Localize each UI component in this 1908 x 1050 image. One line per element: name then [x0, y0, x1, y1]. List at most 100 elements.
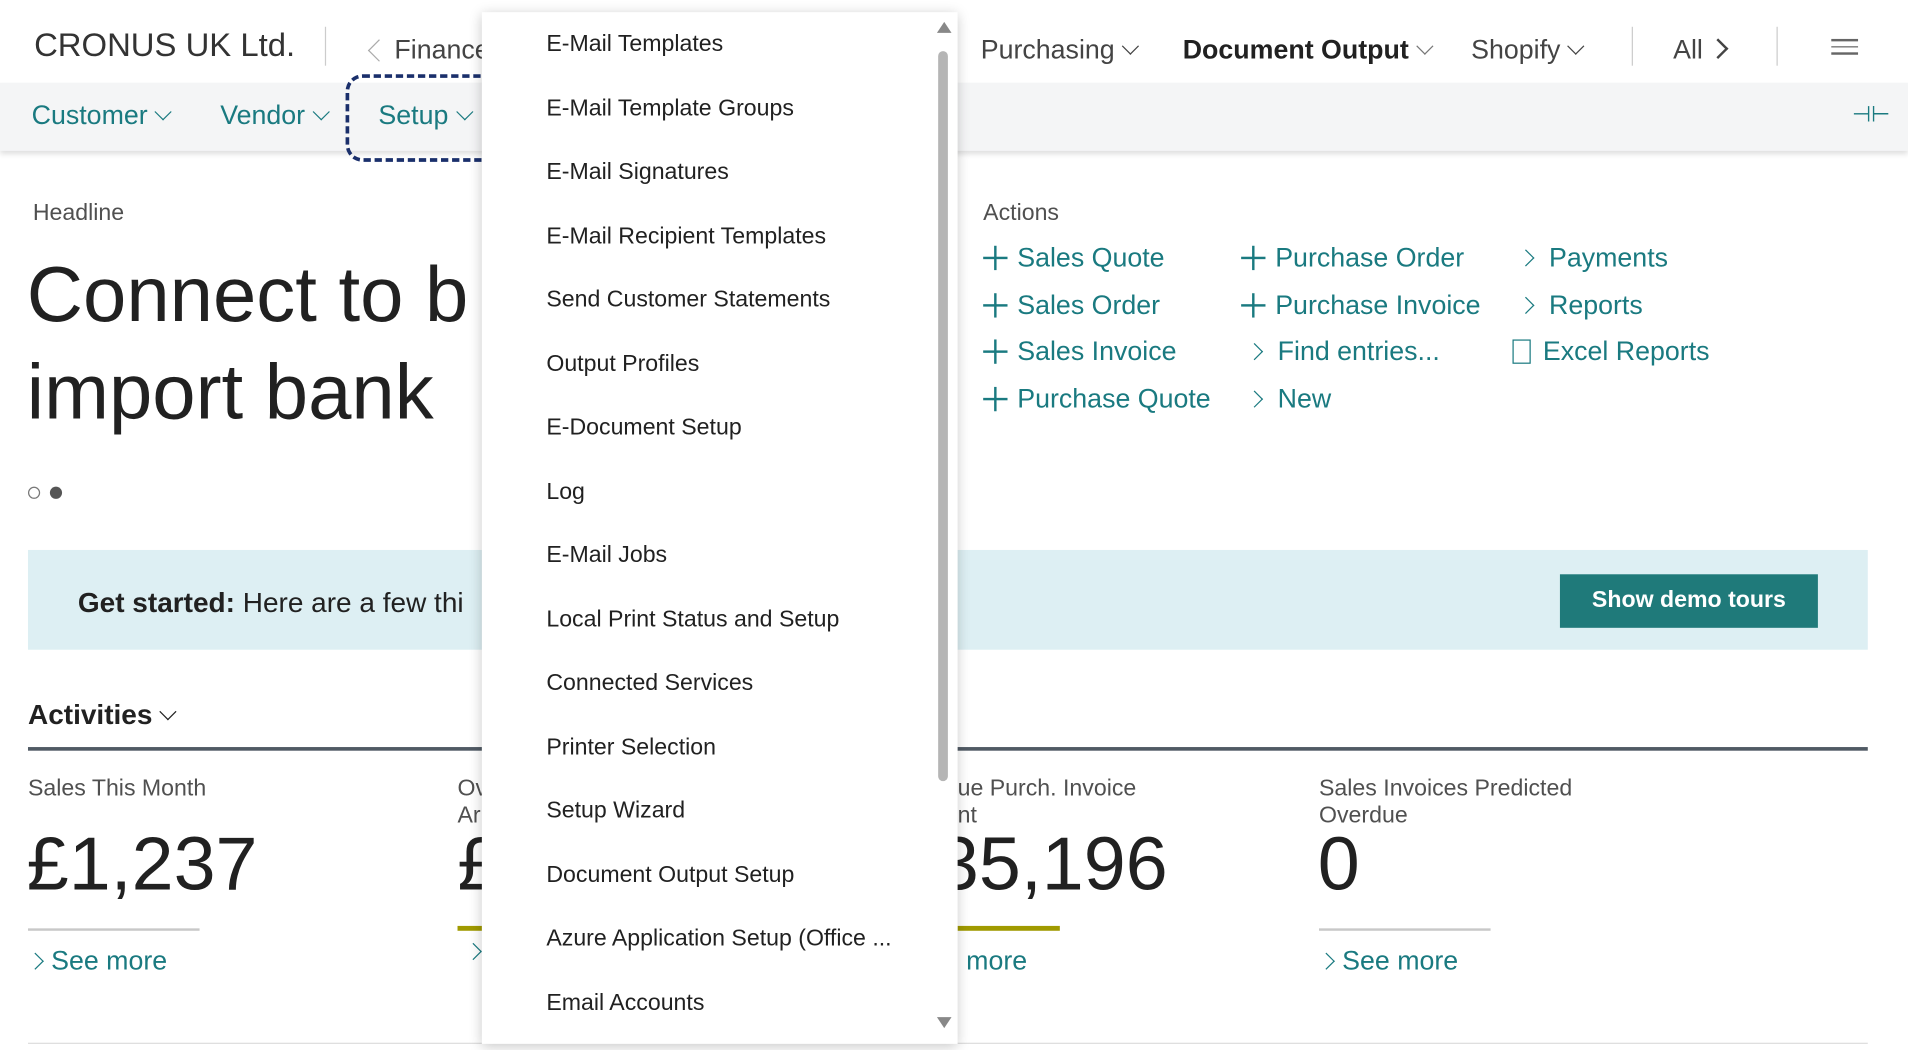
menu-item[interactable]: Local Print Status and Setup [546, 607, 839, 634]
chevron-down-icon [1567, 37, 1585, 55]
banner-body: Here are a few thi [242, 586, 464, 619]
banner-bold: Get started: [77, 586, 235, 619]
chevron-down-icon [312, 103, 330, 121]
action-link[interactable]: Purchase Quote [983, 383, 1211, 415]
action-label: New [1277, 383, 1332, 414]
nav-shopify[interactable]: Shopify [1471, 34, 1585, 66]
menu-item[interactable]: Send Customer Statements [546, 287, 830, 314]
nav-label: Document Output [1182, 34, 1409, 65]
show-demo-tours-button[interactable]: Show demo tours [1559, 574, 1818, 628]
chevron-right-icon [1245, 343, 1264, 361]
tile-value[interactable]: 35,196 [937, 821, 1168, 907]
carousel-dot-active[interactable] [49, 486, 63, 499]
link-label: See more [1342, 945, 1459, 976]
tile-title-line1: ue Purch. Invoice [957, 776, 1137, 802]
nav-purchasing[interactable]: Purchasing [980, 34, 1140, 66]
menu-item[interactable]: Setup Wizard [546, 798, 685, 825]
chevron-right-icon [1707, 38, 1728, 59]
menu-item[interactable]: Email Accounts [546, 990, 704, 1017]
divider [1631, 26, 1633, 66]
action-link[interactable]: Reports [1512, 289, 1643, 321]
chevron-right-icon [1317, 952, 1335, 970]
menu-scrollbar[interactable] [938, 51, 948, 782]
action-label: Payments [1548, 242, 1669, 273]
scroll-down-arrow-icon[interactable] [936, 1017, 952, 1029]
tile-bar [1319, 928, 1491, 931]
banner-text: Get started: Here are a few thi [78, 586, 464, 619]
nav-document-output[interactable]: Document Output [1182, 34, 1434, 66]
menu-item[interactable]: Document Output Setup [546, 862, 794, 889]
nav-label: Shopify [1471, 34, 1561, 65]
activities-header[interactable]: Activities [28, 698, 177, 731]
scroll-up-arrow-icon[interactable] [936, 21, 952, 33]
see-more-link[interactable]: See more [1317, 945, 1459, 977]
action-label: Find entries... [1277, 336, 1440, 367]
action-link[interactable]: Excel Reports [1512, 336, 1710, 368]
action-label: Excel Reports [1542, 336, 1710, 367]
menu-item[interactable]: E-Document Setup [546, 415, 741, 442]
tile-value[interactable]: 0 [1318, 821, 1360, 907]
menu-item[interactable]: E-Mail Signatures [546, 159, 728, 186]
nav-label: All [1673, 34, 1703, 65]
plus-icon [1241, 292, 1266, 318]
action-label: Reports [1548, 289, 1643, 320]
chevron-left-icon[interactable] [367, 39, 391, 62]
plus-icon [983, 245, 1008, 271]
tile-title: Sales This Month [27, 776, 207, 802]
hamburger-menu-icon[interactable] [1831, 38, 1859, 55]
chevron-right-icon [1245, 390, 1264, 408]
setup-dropdown-menu: E-Mail Templates E-Mail Template Groups E-… [481, 12, 958, 1044]
menu-item[interactable]: E-Mail Templates [546, 32, 723, 59]
carousel-dot[interactable] [27, 486, 41, 499]
chevron-right-icon [1517, 296, 1535, 314]
tile-bar [27, 928, 200, 931]
nav-label: Purchasing [980, 34, 1115, 65]
chevron-down-icon [159, 703, 177, 721]
nav-label: Finance [394, 34, 490, 65]
action-link[interactable]: New [1241, 383, 1331, 415]
subnav-vendor[interactable]: Vendor [220, 100, 330, 132]
nav-all[interactable]: All [1673, 34, 1728, 66]
action-link[interactable]: Sales Quote [983, 242, 1165, 274]
menu-item[interactable]: Printer Selection [546, 734, 716, 761]
menu-item[interactable]: Azure Application Setup (Office ... [546, 926, 891, 953]
menu-item[interactable]: E-Mail Recipient Templates [546, 223, 826, 250]
headline-text-line2: import bank [26, 347, 434, 436]
menu-item[interactable]: E-Mail Template Groups [546, 96, 794, 123]
chevron-down-icon [1415, 37, 1434, 55]
link-label: See more [51, 945, 168, 976]
chevron-down-icon [1121, 37, 1140, 55]
action-link[interactable]: Payments [1512, 242, 1668, 274]
plus-icon [1241, 245, 1266, 271]
action-label: Purchase Quote [1017, 383, 1211, 414]
see-more-link[interactable]: See more [26, 945, 168, 977]
pin-icon[interactable]: ⊣⊢ [1852, 102, 1890, 128]
action-link[interactable]: Sales Order [983, 289, 1160, 321]
menu-item[interactable]: Output Profiles [546, 351, 699, 378]
action-label: Sales Quote [1017, 242, 1165, 273]
plus-icon [983, 387, 1008, 412]
chevron-right-icon [464, 942, 482, 961]
menu-item[interactable]: E-Mail Jobs [546, 543, 667, 570]
plus-icon [983, 292, 1008, 318]
subnav-customer[interactable]: Customer [31, 99, 173, 132]
action-label: Purchase Order [1275, 242, 1465, 273]
document-icon [1512, 339, 1531, 365]
tile-value[interactable]: £1,237 [27, 821, 258, 907]
company-name[interactable]: CRONUS UK Ltd. [34, 27, 295, 65]
subnav-label: Customer [31, 99, 148, 131]
see-more-link[interactable]: more [966, 945, 1027, 977]
action-link[interactable]: Purchase Order [1241, 242, 1464, 274]
action-link[interactable]: Sales Invoice [983, 336, 1176, 368]
chevron-right-icon [26, 952, 44, 970]
menu-item[interactable]: Log [546, 479, 585, 506]
plus-icon [983, 339, 1008, 365]
action-link[interactable]: Purchase Invoice [1241, 289, 1481, 321]
tile-title-line1: Sales Invoices Predicted [1319, 776, 1573, 802]
menu-item[interactable]: Connected Services [546, 670, 753, 697]
headline-text-line1: Connect to b [26, 250, 469, 339]
action-link[interactable]: Find entries... [1241, 336, 1440, 368]
divider [1776, 26, 1778, 66]
nav-finance[interactable]: Finance [367, 34, 490, 66]
actions-label: Actions [983, 200, 1059, 227]
